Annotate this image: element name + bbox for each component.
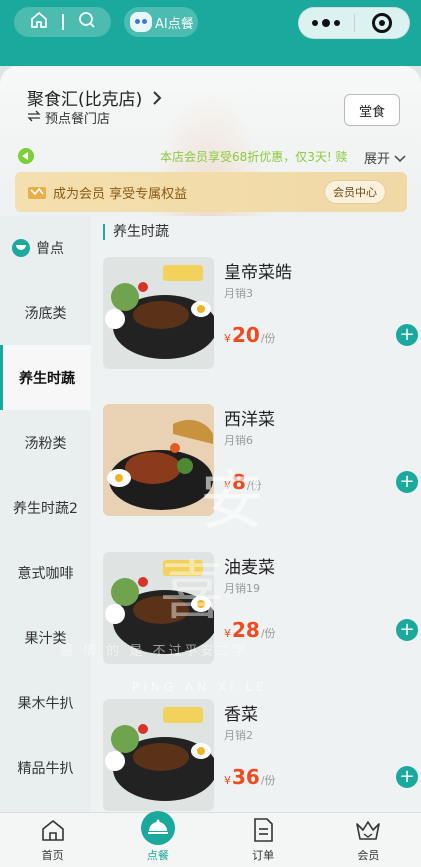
- sidebar-item-7[interactable]: 果木牛扒: [0, 670, 91, 735]
- speaker-icon: [18, 148, 34, 164]
- shop-name: 聚食汇(比克店): [27, 90, 143, 110]
- more-icon[interactable]: [299, 18, 354, 27]
- bottom-tab-bar: 首页 点餐 订单 会员: [0, 811, 421, 867]
- order-food-icon: [140, 811, 175, 845]
- price-currency: ¥: [224, 774, 231, 787]
- sidebar-item-3[interactable]: 汤粉类: [0, 410, 91, 475]
- notice-row: 本店会员享受68折优惠，仅3天! 赎 展开: [0, 146, 421, 168]
- price-unit: /份: [246, 479, 262, 492]
- dish-card[interactable]: 香菜 月销2 ¥ 36 /份 +: [103, 699, 421, 811]
- dish-sales: 月销19: [224, 582, 260, 595]
- shop-card: 聚食汇(比克店) 预点餐门店 堂食 本店会员享受68折优惠，仅3天! 赎 展开 …: [0, 66, 421, 286]
- tab-member[interactable]: 会员: [316, 813, 421, 867]
- dish-name: 油麦菜: [224, 558, 275, 578]
- dish-photo: [103, 404, 214, 516]
- dine-in-button[interactable]: 堂食: [344, 94, 400, 126]
- tab-label: 订单: [252, 849, 275, 862]
- tab-label: 点餐: [146, 849, 169, 862]
- robot-icon: [130, 12, 152, 32]
- category-sidebar: 曾点 汤底类 养生时蔬 汤粉类 养生时蔬2 意式咖啡 果汁类 果木牛扒 精品牛扒: [0, 216, 91, 812]
- dish-name: 香菜: [224, 705, 258, 725]
- switch-store-link[interactable]: 预点餐门店: [27, 108, 110, 127]
- tab-orders[interactable]: 订单: [211, 813, 316, 867]
- member-center-button[interactable]: 会员中心: [324, 180, 386, 204]
- home-icon[interactable]: [29, 10, 49, 34]
- section-title: 养生时蔬: [103, 224, 169, 240]
- add-to-cart-button[interactable]: +: [396, 766, 418, 788]
- dish-price: ¥ 28 /份: [224, 618, 276, 642]
- sidebar-item-label: 曾点: [36, 241, 64, 257]
- dish-sales: 月销3: [224, 287, 253, 300]
- price-unit: /份: [260, 627, 276, 640]
- miniprogram-capsule: [298, 7, 410, 39]
- price-unit: /份: [260, 774, 276, 787]
- sidebar-item-5[interactable]: 意式咖啡: [0, 540, 91, 605]
- dish-price: ¥ 36 /份: [224, 765, 276, 789]
- tab-label: 会员: [357, 849, 380, 862]
- dish-price: ¥ 8 /份: [224, 470, 262, 494]
- price-currency: ¥: [224, 479, 231, 492]
- dish-photo: [103, 257, 214, 369]
- tab-label: 首页: [41, 849, 64, 862]
- expand-label: 展开: [364, 152, 391, 167]
- price-currency: ¥: [224, 332, 231, 345]
- sidebar-item-2[interactable]: 养生时蔬: [0, 345, 91, 410]
- sidebar-item-8[interactable]: 精品牛扒: [0, 735, 91, 800]
- sidebar-item-1[interactable]: 汤底类: [0, 280, 91, 345]
- chevron-right-icon: [152, 90, 162, 110]
- add-to-cart-button[interactable]: +: [396, 324, 418, 346]
- swap-arrows-icon: [27, 110, 41, 126]
- dish-card[interactable]: 油麦菜 月销19 ¥ 28 /份 +: [103, 552, 421, 664]
- member-crown-icon: [353, 815, 383, 845]
- price-unit: /份: [260, 332, 276, 345]
- sidebar-item-6[interactable]: 果汁类: [0, 605, 91, 670]
- chevron-down-icon: [394, 155, 406, 163]
- add-to-cart-button[interactable]: +: [396, 471, 418, 493]
- home-icon: [38, 815, 68, 845]
- shop-name-link[interactable]: 聚食汇(比克店): [27, 85, 162, 110]
- member-banner[interactable]: 成为会员 享受专属权益 会员中心: [15, 172, 407, 212]
- member-card-icon: [27, 182, 49, 202]
- dish-name: 西洋菜: [224, 410, 275, 430]
- price-value: 20: [232, 323, 260, 347]
- top-bar: AI点餐: [0, 0, 421, 66]
- dish-photo: [103, 699, 214, 811]
- price-value: 8: [232, 470, 246, 494]
- member-benefit-text: 成为会员 享受专属权益: [53, 187, 188, 202]
- price-currency: ¥: [224, 627, 231, 640]
- dish-name: 皇帝菜皓: [224, 263, 292, 283]
- ai-order-button[interactable]: AI点餐: [124, 7, 198, 37]
- notice-text: 本店会员享受68折优惠，仅3天! 赎: [160, 150, 348, 164]
- tab-order-food[interactable]: 点餐: [105, 811, 210, 867]
- dish-price: ¥ 20 /份: [224, 323, 276, 347]
- tab-home[interactable]: 首页: [0, 813, 105, 867]
- price-value: 36: [232, 765, 260, 789]
- bowl-icon: [12, 239, 30, 257]
- dish-sales: 月销6: [224, 434, 253, 447]
- ai-order-label: AI点餐: [155, 16, 194, 32]
- add-to-cart-button[interactable]: +: [396, 619, 418, 641]
- price-value: 28: [232, 618, 260, 642]
- dish-list: 养生时蔬 皇帝菜皓 月销3 ¥ 20 /份 + 西洋菜 月销6 ¥ 8 /份 +…: [91, 216, 421, 812]
- close-target-icon[interactable]: [354, 13, 409, 33]
- nav-pill: [14, 7, 111, 37]
- dish-sales: 月销2: [224, 729, 253, 742]
- dish-card[interactable]: 西洋菜 月销6 ¥ 8 /份 +: [103, 404, 421, 516]
- search-icon[interactable]: [77, 10, 97, 34]
- sidebar-item-4[interactable]: 养生时蔬2: [0, 475, 91, 540]
- expand-button[interactable]: 展开: [364, 148, 406, 167]
- order-list-icon: [248, 815, 278, 845]
- nav-divider: [61, 14, 64, 30]
- sidebar-item-0[interactable]: 曾点: [0, 216, 91, 280]
- dish-card[interactable]: 皇帝菜皓 月销3 ¥ 20 /份 +: [103, 257, 421, 369]
- switch-store-label: 预点餐门店: [45, 112, 111, 127]
- dish-photo: [103, 552, 214, 664]
